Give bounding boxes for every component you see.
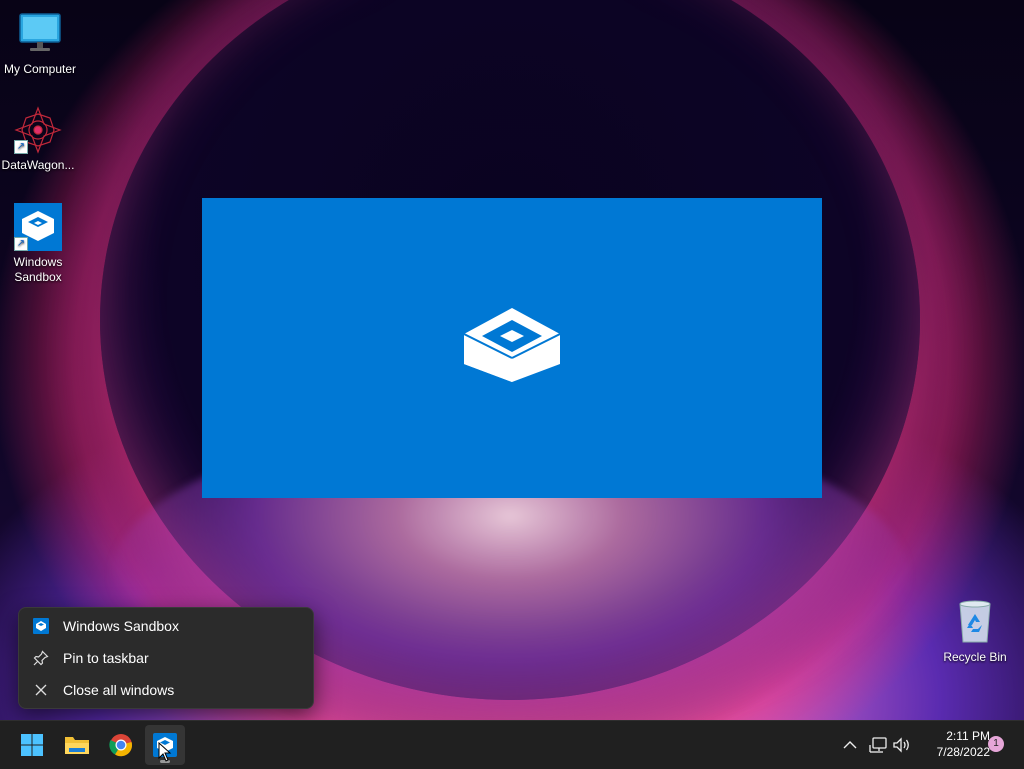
desktop-icon-windows-sandbox[interactable]: ↗ Windows Sandbox (0, 203, 78, 285)
desktop-icon-my-computer[interactable]: My Computer (0, 10, 80, 77)
shortcut-arrow-icon: ↗ (14, 140, 28, 154)
pin-icon (33, 650, 49, 666)
taskbar-jump-list: Windows Sandbox Pin to taskbar Close all… (18, 607, 314, 709)
monitor-icon (16, 10, 64, 58)
sandbox-icon: ↗ (14, 203, 62, 251)
taskbar-file-explorer-button[interactable] (57, 725, 97, 765)
clock[interactable]: 2:11 PM 7/28/2022 (916, 728, 990, 760)
show-hidden-icons-button[interactable] (838, 733, 862, 757)
clock-date: 7/28/2022 (936, 745, 990, 759)
mouse-cursor-icon (158, 742, 172, 762)
volume-icon (893, 737, 909, 753)
volume-button[interactable] (890, 733, 914, 757)
sandbox-logo-icon (464, 308, 560, 382)
chrome-icon (109, 734, 133, 757)
windows-sandbox-splash-window[interactable] (202, 198, 822, 498)
taskbar-chrome-button[interactable] (101, 725, 141, 765)
chevron-up-icon (843, 741, 857, 749)
notification-badge[interactable]: 1 (988, 736, 1004, 752)
desktop-icon-recycle-bin[interactable]: Recycle Bin (935, 598, 1015, 665)
jump-list-item-label: Pin to taskbar (63, 650, 149, 666)
clock-time: 2:11 PM (946, 729, 990, 743)
desktop-icon-label: My Computer (3, 62, 77, 76)
datawagon-logo-icon: ↗ (14, 106, 62, 154)
taskbar: 2:11 PM 7/28/2022 (0, 720, 1024, 769)
folder-icon (65, 737, 89, 754)
desktop-background: My Computer ↗ DataWagon... ↗ Windows San… (0, 0, 1024, 720)
desktop-icon-label: DataWagon... (1, 158, 75, 172)
network-button[interactable] (866, 733, 890, 757)
windows-start-icon (21, 734, 43, 756)
network-icon (869, 737, 887, 753)
recycle-bin-icon (951, 598, 999, 646)
jump-list-item-label: Close all windows (63, 682, 175, 698)
desktop-icon-label: Windows Sandbox (13, 255, 63, 284)
jump-list-item-close-all-windows[interactable]: Close all windows (23, 675, 309, 705)
close-icon (33, 682, 49, 698)
start-button[interactable] (12, 725, 52, 765)
sandbox-icon (33, 618, 49, 634)
desktop-icon-datawagon[interactable]: ↗ DataWagon... (0, 106, 78, 173)
jump-list-item-label: Windows Sandbox (63, 618, 179, 634)
jump-list-item-windows-sandbox[interactable]: Windows Sandbox (23, 611, 309, 641)
desktop-icon-label: Recycle Bin (943, 650, 1007, 664)
jump-list-item-pin-to-taskbar[interactable]: Pin to taskbar (23, 643, 309, 673)
shortcut-arrow-icon: ↗ (14, 237, 28, 251)
